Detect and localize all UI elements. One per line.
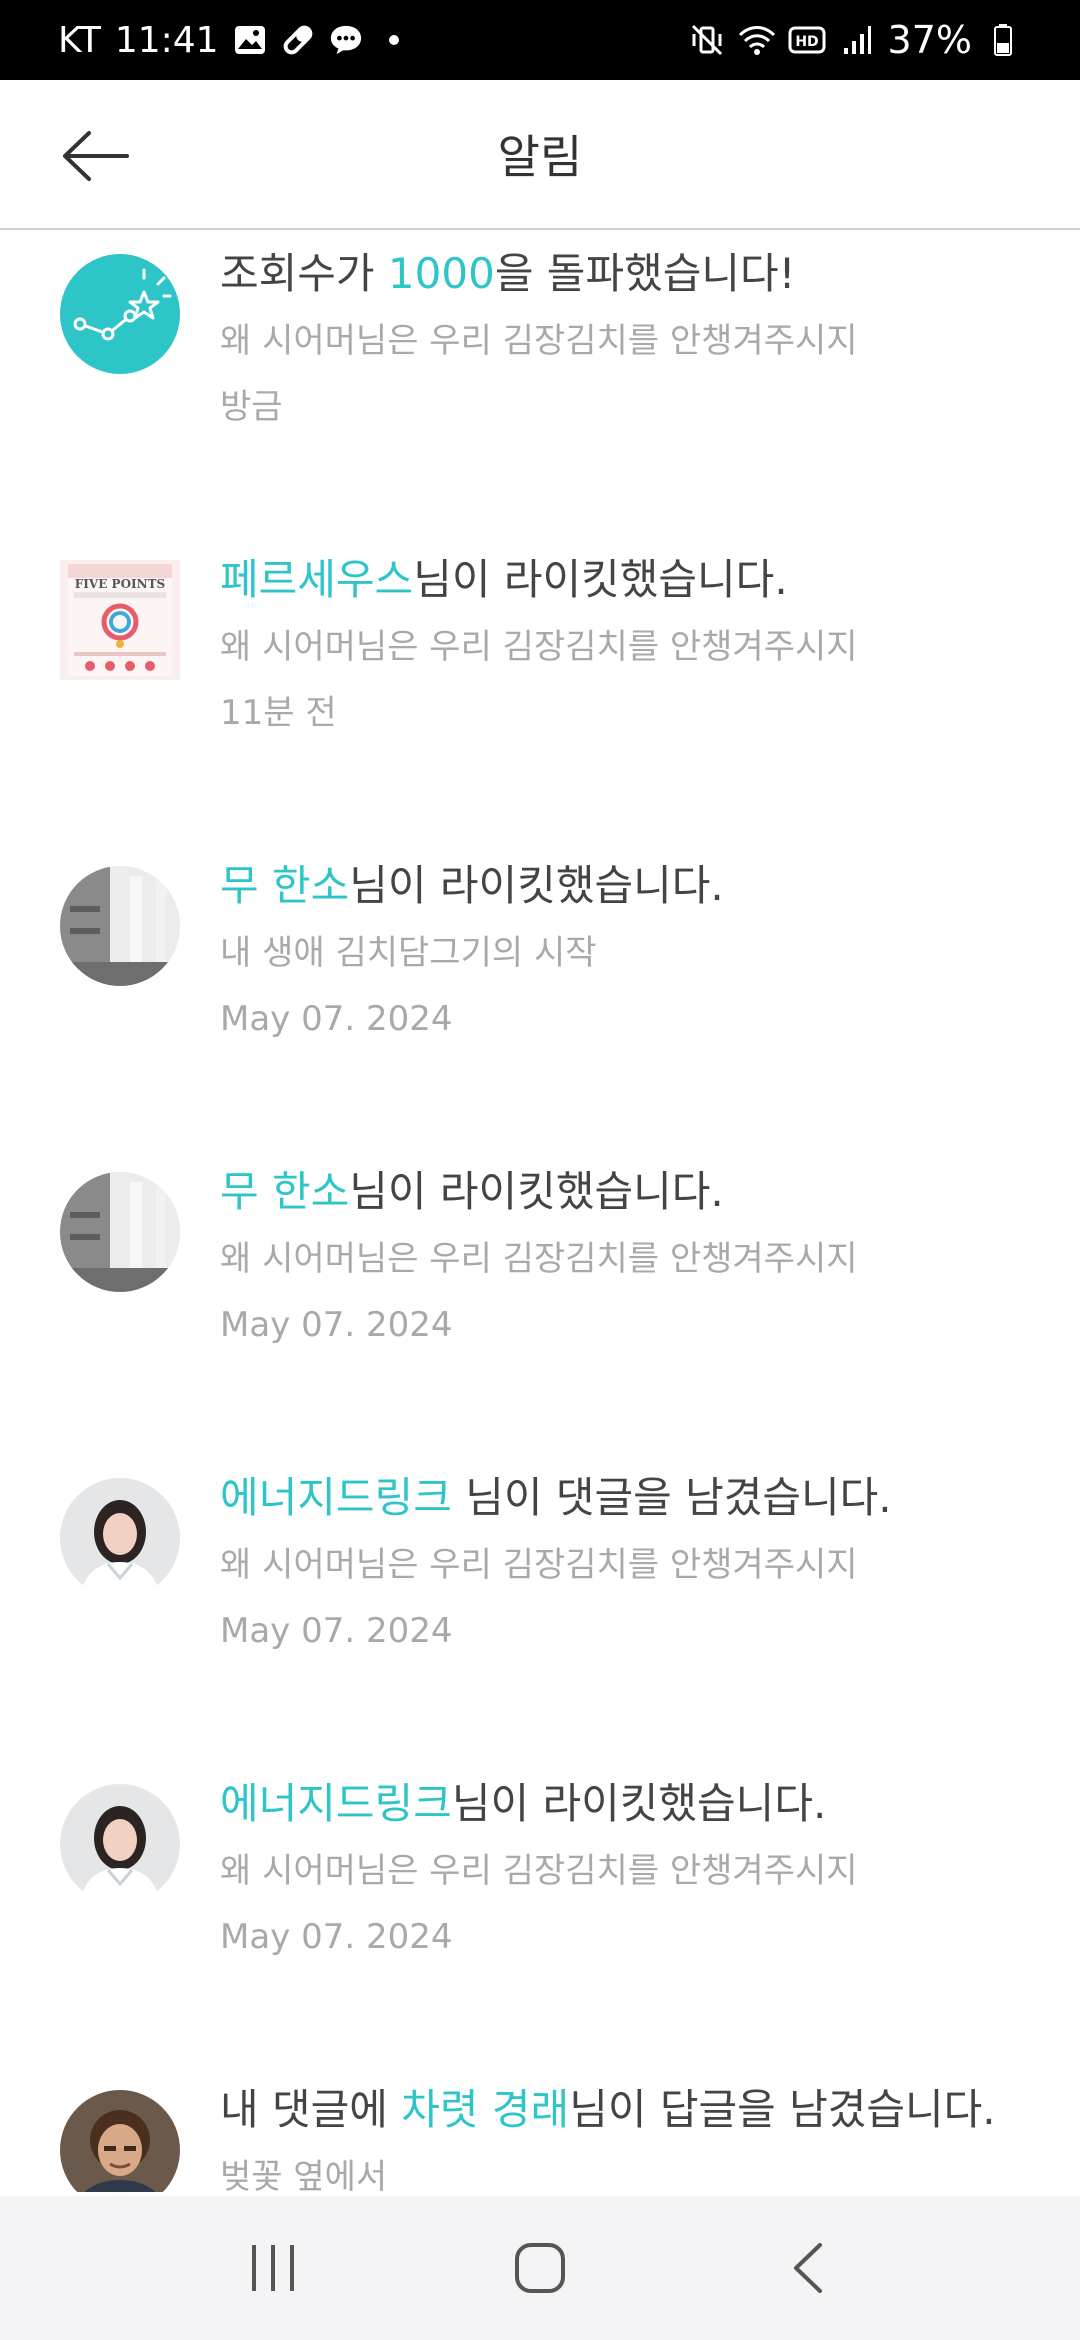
notification-time: May 07. 2024 — [220, 1611, 453, 1651]
gallery-icon — [233, 23, 267, 57]
notification-title: 페르세우스님이 라이킷했습니다. — [220, 555, 788, 604]
notification-text: 내 댓글에 차렷 경래님이 답글을 남겼습니다. 벚꽃 옆에서 — [220, 2082, 1060, 2192]
notification-time: 11분 전 — [220, 693, 337, 733]
wifi-icon — [738, 21, 776, 59]
notification-text: 에너지드링크 님이 댓글을 남겼습니다. 왜 시어머님은 우리 김장김치를 안챙… — [220, 1470, 1060, 1654]
battery-label: 37% — [887, 18, 972, 62]
signal-icon — [838, 21, 876, 59]
status-bar: KT 11:41 HD 37% — [0, 0, 1080, 80]
recent-apps-button[interactable] — [228, 2223, 318, 2313]
notification-subtitle: 왜 시어머님은 우리 김장김치를 안챙겨주시지 — [220, 1239, 858, 1279]
notification-subtitle: 내 생애 김치담그기의 시작 — [220, 933, 597, 973]
home-button[interactable] — [495, 2223, 585, 2313]
avatar — [60, 1784, 180, 1904]
notification-item[interactable]: 무 한소님이 라이킷했습니다. 내 생애 김치담그기의 시작 May 07. 2… — [0, 844, 1080, 1144]
notification-item[interactable]: 무 한소님이 라이킷했습니다. 왜 시어머님은 우리 김장김치를 안챙겨주시지 … — [0, 1150, 1080, 1450]
notification-time: May 07. 2024 — [220, 1305, 453, 1345]
clock: 11:41 — [114, 19, 219, 61]
notification-item[interactable]: FIVE POINTS 페르세우스님이 라이킷했습니다. 왜 시어머님은 우리 … — [0, 538, 1080, 838]
notification-subtitle: 왜 시어머님은 우리 김장김치를 안챙겨주시지 — [220, 321, 858, 361]
notification-subtitle: 왜 시어머님은 우리 김장김치를 안챙겨주시지 — [220, 1851, 858, 1891]
app-header: 알림 — [0, 80, 1080, 230]
notification-time: 방금 — [220, 387, 283, 427]
notification-text: 페르세우스님이 라이킷했습니다. 왜 시어머님은 우리 김장김치를 안챙겨주시지… — [220, 552, 1060, 736]
notification-text: 에너지드링크님이 라이킷했습니다. 왜 시어머님은 우리 김장김치를 안챙겨주시… — [220, 1776, 1060, 1960]
battery-icon — [984, 21, 1022, 59]
carrier-label: KT — [58, 19, 101, 61]
notification-subtitle: 왜 시어머님은 우리 김장김치를 안챙겨주시지 — [220, 1545, 858, 1585]
trending-star-icon — [60, 254, 180, 374]
notification-time: May 07. 2024 — [220, 999, 453, 1039]
notification-title: 에너지드링크님이 라이킷했습니다. — [220, 1779, 827, 1828]
notification-title: 무 한소님이 라이킷했습니다. — [220, 861, 724, 910]
home-icon — [514, 2243, 565, 2293]
mute-vibrate-icon — [688, 21, 726, 59]
notification-text: 조회수가 1000을 돌파했습니다! 왜 시어머님은 우리 김장김치를 안챙겨주… — [220, 246, 1060, 430]
notification-title: 내 댓글에 차렷 경래님이 답글을 남겼습니다. — [220, 2085, 996, 2134]
notification-item[interactable]: 조회수가 1000을 돌파했습니다! 왜 시어머님은 우리 김장김치를 안챙겨주… — [0, 232, 1080, 532]
notification-time: May 07. 2024 — [220, 1917, 453, 1957]
hd-icon: HD — [788, 21, 826, 59]
notification-subtitle: 벚꽃 옆에서 — [220, 2157, 388, 2192]
page-title: 알림 — [497, 130, 583, 184]
notification-item[interactable]: 에너지드링크님이 라이킷했습니다. 왜 시어머님은 우리 김장김치를 안챙겨주시… — [0, 1762, 1080, 2062]
status-right: HD 37% — [688, 18, 1022, 62]
notification-text: 무 한소님이 라이킷했습니다. 왜 시어머님은 우리 김장김치를 안챙겨주시지 … — [220, 1164, 1060, 1348]
notification-text: 무 한소님이 라이킷했습니다. 내 생애 김치담그기의 시작 May 07. 2… — [220, 858, 1060, 1042]
back-chevron-icon — [793, 2243, 822, 2293]
recent-apps-icon — [252, 2245, 295, 2291]
notification-item[interactable]: 에너지드링크 님이 댓글을 남겼습니다. 왜 시어머님은 우리 김장김치를 안챙… — [0, 1456, 1080, 1756]
back-button[interactable] — [56, 126, 136, 186]
notification-title: 조회수가 1000을 돌파했습니다! — [220, 249, 796, 298]
notification-title: 무 한소님이 라이킷했습니다. — [220, 1167, 724, 1216]
arrow-left-icon — [63, 131, 129, 181]
system-back-button[interactable] — [762, 2223, 852, 2313]
notification-item[interactable]: 내 댓글에 차렷 경래님이 답글을 남겼습니다. 벚꽃 옆에서 — [0, 2068, 1080, 2192]
avatar — [60, 1478, 180, 1598]
dot-icon — [377, 23, 411, 57]
system-nav-bar — [0, 2196, 1080, 2340]
book-cover-caption: FIVE POINTS — [75, 577, 165, 591]
avatar — [60, 1172, 180, 1292]
notification-subtitle: 왜 시어머님은 우리 김장김치를 안챙겨주시지 — [220, 627, 858, 667]
chat-bubble-icon — [329, 23, 363, 57]
avatar — [60, 866, 180, 986]
book-cover-avatar: FIVE POINTS — [60, 560, 180, 680]
link-icon — [281, 23, 315, 57]
notification-list[interactable]: 조회수가 1000을 돌파했습니다! 왜 시어머님은 우리 김장김치를 안챙겨주… — [0, 232, 1080, 2192]
avatar — [60, 2090, 180, 2192]
notification-title: 에너지드링크 님이 댓글을 남겼습니다. — [220, 1473, 892, 1522]
status-left: KT 11:41 — [58, 20, 411, 61]
svg-text:HD: HD — [795, 34, 818, 50]
